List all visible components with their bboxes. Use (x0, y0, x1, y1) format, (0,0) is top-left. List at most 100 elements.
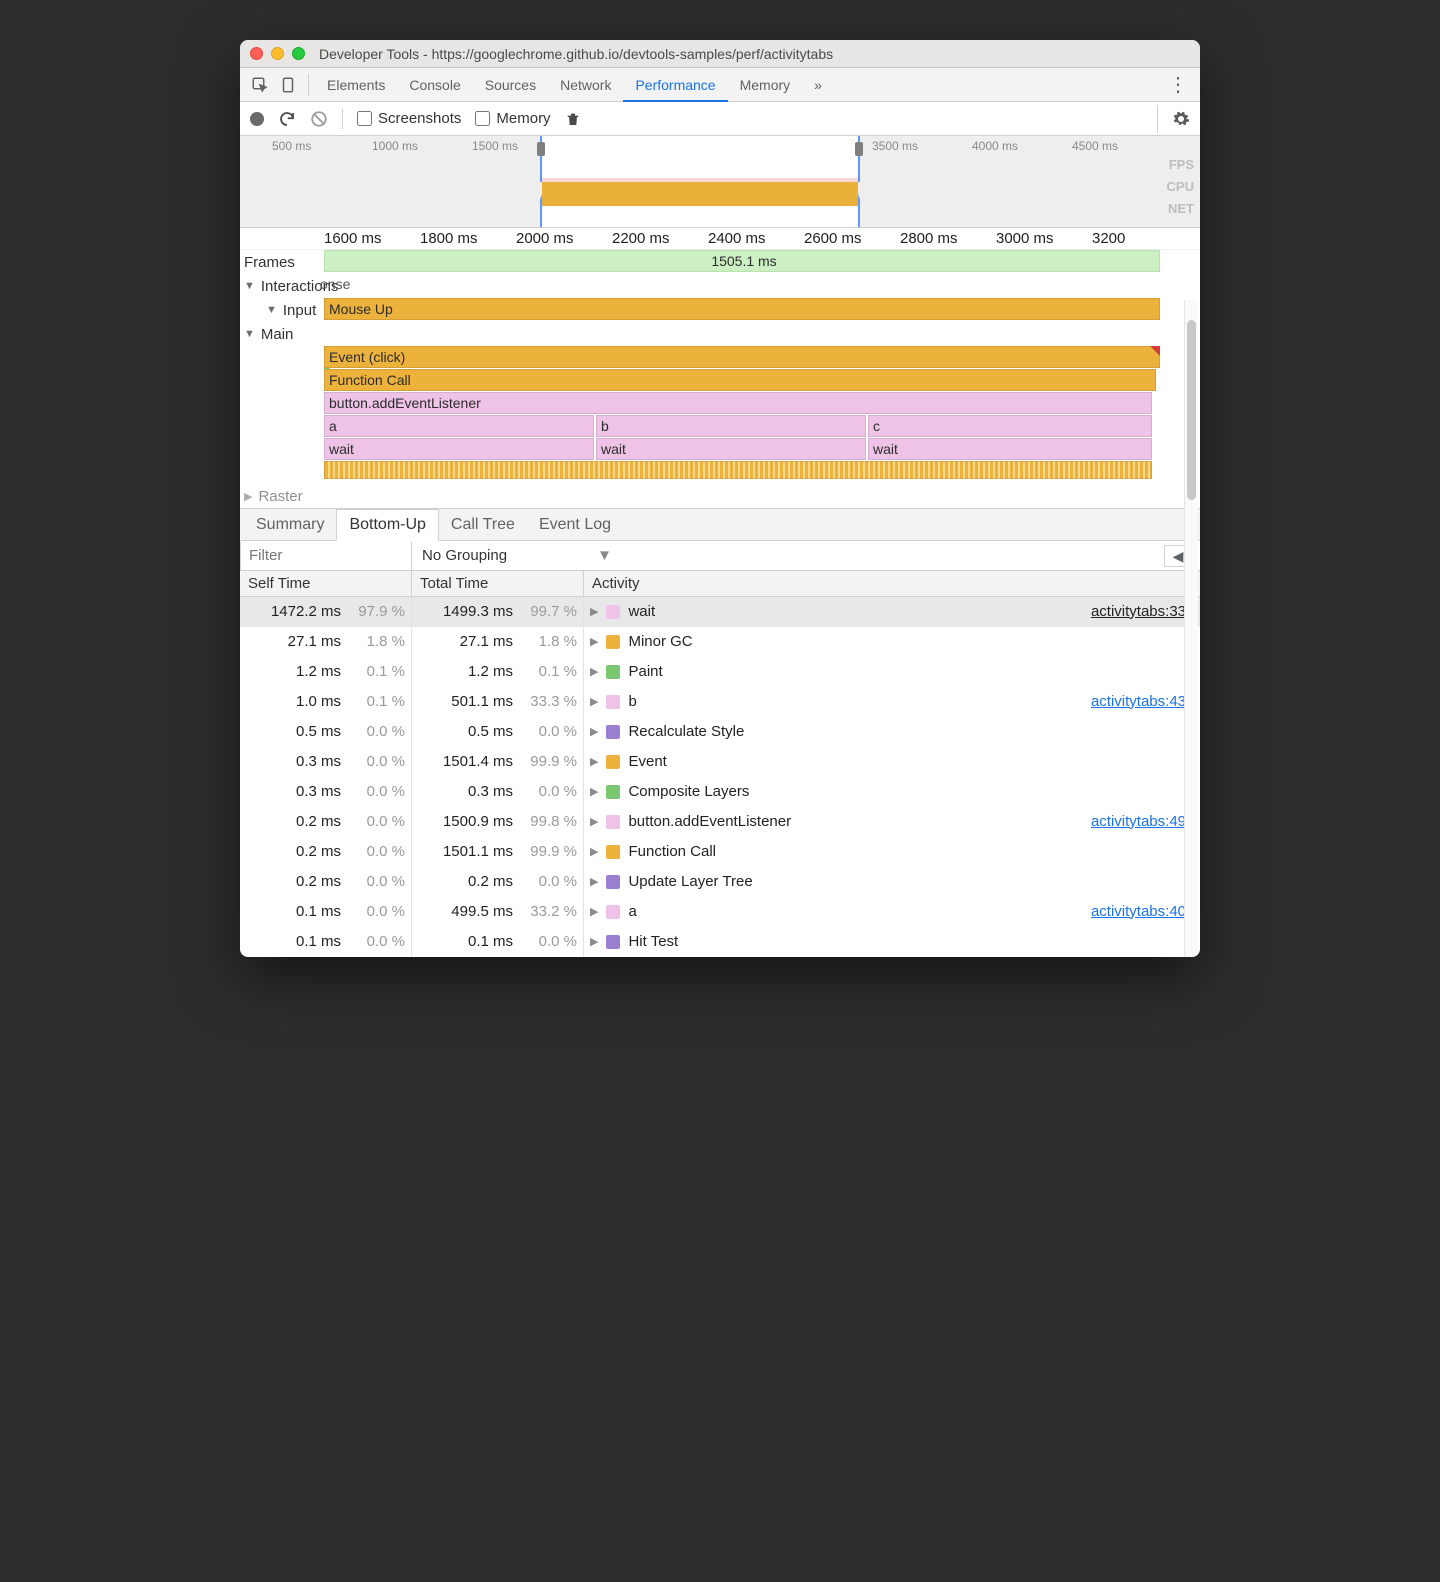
expand-icon[interactable]: ▶ (590, 721, 598, 743)
expand-icon[interactable]: ▶ (590, 841, 598, 863)
overview-strip[interactable]: 500 ms1000 ms1500 ms2000 ms2500 ms3000 m… (240, 136, 1200, 228)
wait-bar-1[interactable]: wait (324, 438, 594, 460)
raster-label[interactable]: ▶Raster (240, 484, 324, 508)
timeline-tick: 2800 ms (900, 230, 996, 247)
reload-icon[interactable] (278, 110, 296, 128)
inspect-icon[interactable] (246, 71, 274, 99)
tab-more[interactable]: » (802, 68, 834, 102)
listener-bar[interactable]: button.addEventListener (324, 392, 1152, 414)
interactions-label[interactable]: ▼Interactions (240, 274, 324, 298)
scrollbar-thumb[interactable] (1187, 320, 1196, 500)
grouping-select[interactable]: No Grouping ▼ (412, 547, 612, 564)
activity-name: Event (628, 751, 666, 773)
scrollbar[interactable] (1184, 300, 1198, 957)
gc-stripe-bar[interactable] (324, 461, 1152, 479)
overview-tick: 500 ms (272, 139, 372, 153)
activity-name: a (628, 901, 636, 923)
source-link[interactable]: activitytabs:33 (1091, 601, 1194, 623)
source-link[interactable]: activitytabs:43 (1091, 691, 1194, 713)
expand-icon[interactable]: ▶ (590, 811, 598, 833)
wait-bar-3[interactable]: wait (868, 438, 1152, 460)
call-c-bar[interactable]: c (868, 415, 1152, 437)
category-swatch (606, 785, 620, 799)
self-time-cell: 1.0 ms0.1 % (240, 687, 412, 717)
total-time-cell: 0.3 ms0.0 % (412, 777, 584, 807)
filter-row: No Grouping ▼ ◀ (240, 541, 1200, 571)
category-swatch (606, 755, 620, 769)
self-time-cell: 0.2 ms0.0 % (240, 837, 412, 867)
cpu-label: CPU (1167, 176, 1194, 198)
input-event-bar[interactable]: Mouse Up (324, 298, 1160, 320)
activity-name: Recalculate Style (628, 721, 744, 743)
frame-bar[interactable]: 1505.1 ms (324, 250, 1160, 272)
selection-handle-left[interactable] (537, 142, 545, 156)
category-swatch (606, 845, 620, 859)
memory-toggle[interactable]: Memory (475, 110, 550, 127)
input-label[interactable]: ▼Input (240, 298, 324, 322)
source-link[interactable]: activitytabs:40 (1091, 901, 1194, 923)
maximize-icon[interactable] (292, 47, 305, 60)
overview-selection[interactable] (540, 136, 860, 227)
call-a-bar[interactable]: a (324, 415, 594, 437)
expand-icon[interactable]: ▶ (590, 661, 598, 683)
cpu-plot (542, 178, 858, 206)
subtab-call-tree[interactable]: Call Tree (439, 510, 527, 540)
col-activity[interactable]: Activity (584, 571, 1200, 597)
tab-sources[interactable]: Sources (473, 68, 548, 102)
devtools-window: Developer Tools - https://googlechrome.g… (240, 40, 1200, 957)
timeline-tick: 1600 ms (324, 230, 420, 247)
timeline-tick: 2200 ms (612, 230, 708, 247)
col-self-time[interactable]: Self Time (240, 571, 412, 597)
total-time-cell: 0.1 ms0.0 % (412, 927, 584, 957)
expand-icon[interactable]: ▶ (590, 931, 598, 953)
expand-icon[interactable]: ▶ (590, 901, 598, 923)
self-time-cell: 0.2 ms0.0 % (240, 867, 412, 897)
tab-elements[interactable]: Elements (315, 68, 397, 102)
expand-icon[interactable]: ▶ (590, 601, 598, 623)
expand-icon[interactable]: ▶ (590, 781, 598, 803)
event-bar[interactable]: Event (click) (324, 346, 1160, 368)
main-label[interactable]: ▼Main (240, 322, 324, 346)
subtab-event-log[interactable]: Event Log (527, 510, 623, 540)
tab-memory[interactable]: Memory (728, 68, 803, 102)
total-time-cell: 499.5 ms33.2 % (412, 897, 584, 927)
selection-handle-right[interactable] (855, 142, 863, 156)
subtab-summary[interactable]: Summary (244, 510, 336, 540)
activity-cell: ▶Minor GC (584, 627, 1200, 657)
trash-icon[interactable] (565, 111, 581, 127)
wait-bar-2[interactable]: wait (596, 438, 866, 460)
timeline-tick: 2000 ms (516, 230, 612, 247)
activity-name: b (628, 691, 636, 713)
expand-icon[interactable]: ▶ (590, 691, 598, 713)
timeline-tick: 2600 ms (804, 230, 900, 247)
function-call-bar[interactable]: Function Call (324, 369, 1156, 391)
activity-name: button.addEventListener (628, 811, 791, 833)
clear-icon[interactable] (310, 110, 328, 128)
overview-tick: 4500 ms (1072, 139, 1172, 153)
close-icon[interactable] (250, 47, 263, 60)
category-swatch (606, 905, 620, 919)
tab-performance[interactable]: Performance (623, 68, 727, 102)
expand-icon[interactable]: ▶ (590, 871, 598, 893)
col-total-time[interactable]: Total Time (412, 571, 584, 597)
call-b-bar[interactable]: b (596, 415, 866, 437)
expand-icon[interactable]: ▶ (590, 751, 598, 773)
activity-cell: ▶Function Call (584, 837, 1200, 867)
flame-chart[interactable]: 1600 ms1800 ms2000 ms2200 ms2400 ms2600 … (240, 228, 1200, 509)
filter-input[interactable] (240, 542, 412, 570)
activity-cell: ▶ b activitytabs:43 (584, 687, 1200, 717)
expand-icon[interactable]: ▶ (590, 631, 598, 653)
device-icon[interactable] (274, 71, 302, 99)
gear-icon[interactable] (1172, 110, 1190, 128)
tab-console[interactable]: Console (397, 68, 472, 102)
tab-network[interactable]: Network (548, 68, 623, 102)
frames-label: Frames (240, 250, 324, 274)
record-icon[interactable] (250, 112, 264, 126)
self-time-cell: 0.3 ms0.0 % (240, 747, 412, 777)
screenshots-toggle[interactable]: Screenshots (357, 110, 461, 127)
category-swatch (606, 875, 620, 889)
settings-menu-icon[interactable]: ⋮ (1156, 72, 1200, 97)
minimize-icon[interactable] (271, 47, 284, 60)
subtab-bottom-up[interactable]: Bottom-Up (336, 509, 438, 541)
source-link[interactable]: activitytabs:49 (1091, 811, 1194, 833)
